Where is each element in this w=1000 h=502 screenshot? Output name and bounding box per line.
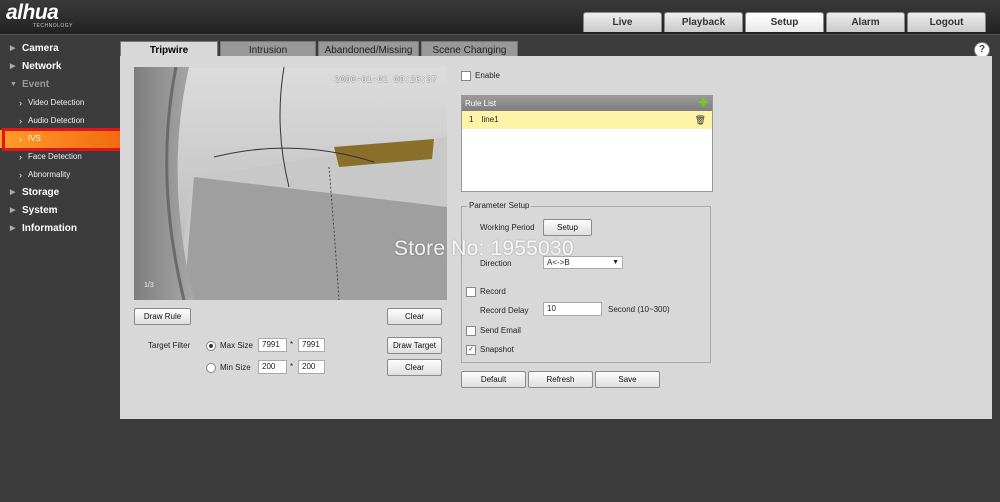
- top-bar: alhua TECHNOLOGY Live Playback Setup Ala…: [0, 0, 1000, 35]
- chevron-down-icon: ▼: [612, 259, 619, 266]
- rule-list: Rule List ✚ 1 line1 🗑: [461, 95, 713, 192]
- video-corner-text: 1/3: [144, 282, 154, 289]
- sidebar-item-system[interactable]: ▶ System: [0, 202, 120, 220]
- parameter-setup-legend: Parameter Setup: [467, 201, 532, 210]
- target-filter-label: Target Filter: [148, 341, 191, 350]
- draw-target-button[interactable]: Draw Target: [387, 337, 442, 354]
- default-button[interactable]: Default: [461, 371, 526, 388]
- list-item[interactable]: 1 line1 🗑: [462, 111, 712, 129]
- triangle-right-icon: ▶: [10, 45, 16, 52]
- trash-icon[interactable]: 🗑: [695, 111, 706, 129]
- max-size-radio[interactable]: [206, 341, 216, 351]
- size-separator: *: [290, 362, 294, 371]
- nav-tab-setup[interactable]: Setup: [745, 12, 824, 32]
- sidebar-item-label: Network: [22, 61, 62, 72]
- max-size-label: Max Size: [220, 341, 253, 350]
- store-watermark: Store No: 1955030: [394, 237, 574, 260]
- sidebar-item-label: System: [22, 205, 58, 216]
- snapshot-label: Snapshot: [480, 345, 514, 354]
- send-email-label: Send Email: [480, 326, 521, 335]
- max-width-input[interactable]: 7991: [258, 338, 287, 352]
- rule-index: 1: [469, 115, 474, 124]
- sidebar-item-label: Abnormality: [28, 170, 71, 179]
- record-delay-label: Record Delay: [480, 306, 529, 315]
- triangle-down-icon: ▼: [10, 81, 17, 88]
- min-height-input[interactable]: 200: [298, 360, 325, 374]
- min-width-input[interactable]: 200: [258, 360, 287, 374]
- video-timestamp: 2000-01-01 00:26:37: [334, 75, 437, 85]
- min-size-radio[interactable]: [206, 363, 216, 373]
- sidebar-subitem-video-detection[interactable]: › Video Detection: [0, 94, 120, 112]
- send-email-checkbox[interactable]: [466, 326, 476, 336]
- working-period-label: Working Period: [480, 223, 535, 232]
- record-delay-unit: Second (10~300): [608, 305, 670, 314]
- triangle-right-icon: ▶: [10, 207, 16, 214]
- chevron-right-icon: ›: [19, 170, 22, 180]
- sidebar-item-information[interactable]: ▶ Information: [0, 220, 120, 238]
- clear-rule-button[interactable]: Clear: [387, 308, 442, 325]
- sidebar-item-storage[interactable]: ▶ Storage: [0, 184, 120, 202]
- sidebar-item-label: Audio Detection: [28, 116, 85, 125]
- main-nav: Live Playback Setup Alarm Logout: [583, 12, 986, 32]
- nav-tab-logout[interactable]: Logout: [907, 12, 986, 32]
- enable-label: Enable: [475, 71, 500, 80]
- clear-target-button[interactable]: Clear: [387, 359, 442, 376]
- enable-checkbox[interactable]: [461, 71, 471, 81]
- brand-tagline: TECHNOLOGY: [33, 23, 74, 29]
- sidebar-item-label: Face Detection: [28, 152, 82, 161]
- sidebar-item-camera[interactable]: ▶ Camera: [0, 40, 120, 58]
- sidebar-item-label: Video Detection: [28, 98, 85, 107]
- brand-logo: alhua: [6, 1, 59, 24]
- nav-tab-playback[interactable]: Playback: [664, 12, 743, 32]
- triangle-right-icon: ▶: [10, 189, 16, 196]
- rule-list-header: Rule List ✚: [462, 96, 712, 111]
- snapshot-checkbox[interactable]: ✓: [466, 345, 476, 355]
- sidebar-item-label: Storage: [22, 187, 60, 198]
- triangle-right-icon: ▶: [10, 63, 16, 70]
- record-delay-input[interactable]: 10: [543, 302, 602, 316]
- highlight-box: [2, 128, 130, 151]
- draw-rule-button[interactable]: Draw Rule: [134, 308, 191, 325]
- record-label: Record: [480, 287, 506, 296]
- save-button[interactable]: Save: [595, 371, 660, 388]
- record-checkbox[interactable]: [466, 287, 476, 297]
- nav-tab-live[interactable]: Live: [583, 12, 662, 32]
- video-preview[interactable]: 2000-01-01 00:26:37 1/3: [134, 67, 447, 300]
- sidebar-item-network[interactable]: ▶ Network: [0, 58, 120, 76]
- size-separator: *: [290, 340, 294, 349]
- nav-tab-alarm[interactable]: Alarm: [826, 12, 905, 32]
- sidebar-item-label: Event: [22, 79, 50, 90]
- sidebar-item-event[interactable]: ▼ Event: [0, 76, 120, 94]
- sidebar-item-label: Information: [22, 223, 77, 234]
- add-rule-icon[interactable]: ✚: [699, 97, 708, 109]
- refresh-button[interactable]: Refresh: [528, 371, 593, 388]
- sidebar-subitem-abnormality[interactable]: › Abnormality: [0, 166, 120, 184]
- chevron-right-icon: ›: [19, 98, 22, 108]
- max-height-input[interactable]: 7991: [298, 338, 325, 352]
- rule-list-title: Rule List: [465, 99, 497, 108]
- rule-name: line1: [481, 115, 499, 124]
- camera-scene-image: [134, 67, 447, 300]
- min-size-label: Min Size: [220, 363, 251, 372]
- setup-working-period-button[interactable]: Setup: [543, 219, 592, 236]
- triangle-right-icon: ▶: [10, 225, 16, 232]
- sidebar-item-label: Camera: [22, 43, 59, 54]
